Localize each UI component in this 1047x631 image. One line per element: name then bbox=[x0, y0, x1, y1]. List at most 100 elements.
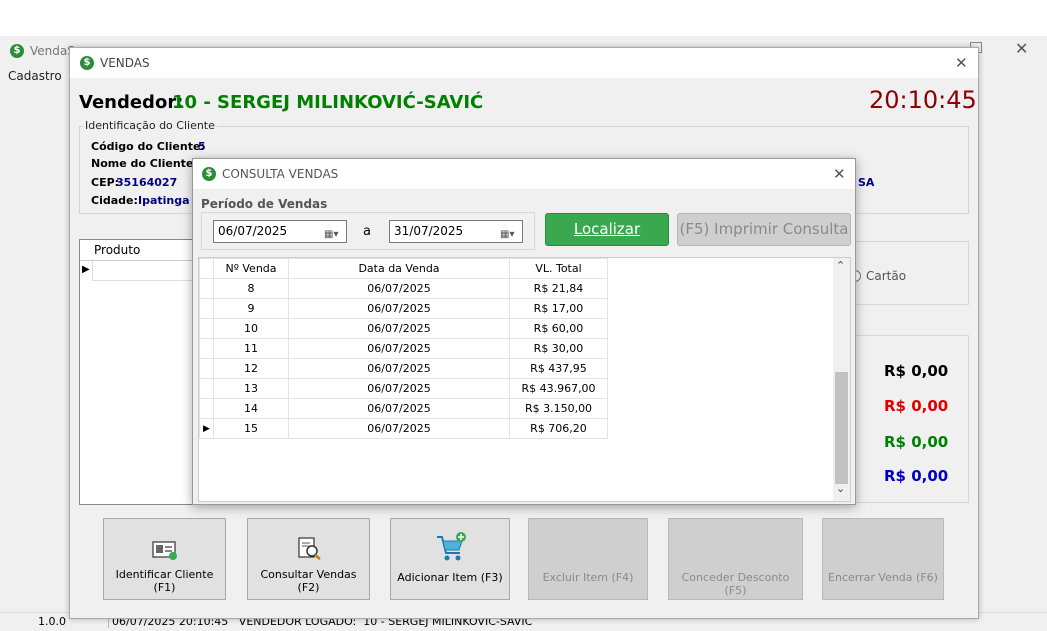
vendas-title: VENDAS bbox=[100, 56, 150, 70]
table-row[interactable]: 13 06/07/2025 R$ 43.967,00 bbox=[199, 378, 608, 399]
codigo-label: Código do Cliente: bbox=[91, 140, 205, 153]
consulta-titlebar: $ CONSULTA VENDAS ✕ bbox=[193, 159, 855, 189]
id-card-icon bbox=[152, 541, 177, 560]
nome-label: Nome do Cliente: bbox=[91, 157, 198, 170]
cell-vl-total: R$ 30,00 bbox=[509, 338, 608, 359]
cell-data-venda: 06/07/2025 bbox=[288, 378, 510, 399]
cell-vl-total: R$ 43.967,00 bbox=[509, 378, 608, 399]
scroll-up-icon[interactable]: ⌃ bbox=[836, 259, 845, 272]
consulta-app-icon: $ bbox=[202, 167, 216, 181]
cell-data-venda: 06/07/2025 bbox=[288, 418, 510, 439]
produto-header-row: Produto bbox=[80, 240, 205, 261]
table-row[interactable]: 12 06/07/2025 R$ 437,95 bbox=[199, 358, 608, 379]
produto-grid[interactable]: Produto ▶ bbox=[79, 239, 206, 505]
table-row[interactable]: 10 06/07/2025 R$ 60,00 bbox=[199, 318, 608, 339]
cart-add-icon bbox=[437, 532, 466, 561]
table-row[interactable]: 9 06/07/2025 R$ 17,00 bbox=[199, 298, 608, 319]
col-vl-total[interactable]: VL. Total bbox=[509, 258, 608, 279]
consulta-close-icon[interactable]: ✕ bbox=[833, 165, 846, 183]
localizar-label: Localizar bbox=[573, 220, 641, 238]
identificar-label: Identificar Cliente (F1) bbox=[115, 568, 214, 594]
row-indicator bbox=[199, 278, 214, 299]
encerrar-venda-button[interactable]: Encerrar Venda (F6) bbox=[822, 518, 944, 600]
cell-data-venda: 06/07/2025 bbox=[288, 318, 510, 339]
identificar-cliente-button[interactable]: Identificar Cliente (F1) bbox=[103, 518, 226, 600]
date-from-value: 06/07/2025 bbox=[218, 224, 288, 238]
vendedor-value: 10 - SERGEJ MILINKOVIĆ-SAVIĆ bbox=[172, 92, 484, 113]
table-row[interactable]: 11 06/07/2025 R$ 30,00 bbox=[199, 338, 608, 359]
encerrar-label: Encerrar Venda (F6) bbox=[828, 571, 938, 584]
cell-vl-total: R$ 21,84 bbox=[509, 278, 608, 299]
excluir-item-button[interactable]: Excluir Item (F4) bbox=[528, 518, 648, 600]
cidade-label: Cidade: bbox=[91, 194, 138, 207]
table-row[interactable]: 14 06/07/2025 R$ 3.150,00 bbox=[199, 398, 608, 419]
cell-data-venda: 06/07/2025 bbox=[288, 278, 510, 299]
consulta-dialog: $ CONSULTA VENDAS ✕ Período de Vendas 06… bbox=[192, 158, 856, 505]
cell-numero-venda: 12 bbox=[213, 358, 289, 379]
cell-vl-total: R$ 60,00 bbox=[509, 318, 608, 339]
cep-value: 35164027 bbox=[116, 176, 178, 189]
date-from-picker[interactable]: 06/07/2025 ▦▾ bbox=[213, 220, 347, 243]
calendar-dropdown-icon[interactable]: ▦▾ bbox=[500, 225, 518, 240]
produto-row[interactable] bbox=[92, 261, 206, 281]
cell-data-venda: 06/07/2025 bbox=[288, 338, 510, 359]
localizar-button[interactable]: Localizar bbox=[545, 213, 669, 246]
vertical-scrollbar[interactable]: ⌃ ⌄ bbox=[833, 258, 850, 501]
vendas-app-icon: $ bbox=[80, 56, 94, 70]
total-value-3: R$ 0,00 bbox=[884, 433, 949, 451]
total-value-2: R$ 0,00 bbox=[884, 397, 949, 415]
row-indicator bbox=[199, 398, 214, 419]
total-value-4: R$ 0,00 bbox=[884, 467, 949, 485]
app-icon: $ bbox=[10, 44, 24, 58]
close-icon[interactable]: ✕ bbox=[1015, 39, 1028, 58]
vendas-results-grid[interactable]: Nº Venda Data da Venda VL. Total 8 06/07/… bbox=[198, 257, 851, 502]
a-label: a bbox=[363, 224, 371, 239]
periodo-label: Período de Vendas bbox=[201, 197, 328, 211]
scroll-down-icon[interactable]: ⌄ bbox=[836, 482, 845, 495]
cell-numero-venda: 13 bbox=[213, 378, 289, 399]
consultar-vendas-button[interactable]: Consultar Vendas (F2) bbox=[247, 518, 370, 600]
imprimir-consulta-button[interactable]: (F5) Imprimir Consulta bbox=[677, 213, 851, 246]
cell-vl-total: R$ 706,20 bbox=[509, 418, 608, 439]
cidade-value: Ipatinga bbox=[138, 194, 190, 207]
cell-numero-venda: 10 bbox=[213, 318, 289, 339]
total-value-1: R$ 0,00 bbox=[884, 362, 949, 380]
row-indicator bbox=[199, 298, 214, 319]
cell-numero-venda: 15 bbox=[213, 418, 289, 439]
cell-vl-total: R$ 3.150,00 bbox=[509, 398, 608, 419]
cell-data-venda: 06/07/2025 bbox=[288, 398, 510, 419]
cell-data-venda: 06/07/2025 bbox=[288, 298, 510, 319]
row-pointer-icon: ▶ bbox=[82, 264, 90, 275]
row-indicator bbox=[199, 358, 214, 379]
imprimir-label: (F5) Imprimir Consulta bbox=[679, 220, 849, 238]
scrollbar-thumb[interactable] bbox=[835, 372, 848, 484]
table-row[interactable]: ▶ 15 06/07/2025 R$ 706,20 bbox=[199, 418, 608, 439]
vendedor-label: Vendedor: bbox=[79, 92, 184, 113]
vendas-close-icon[interactable]: ✕ bbox=[955, 54, 968, 72]
conceder-desconto-button[interactable]: Conceder Desconto (F5) bbox=[668, 518, 803, 600]
indicator-header bbox=[199, 258, 214, 279]
current-row-indicator-icon: ▶ bbox=[199, 418, 214, 439]
calendar-dropdown-icon[interactable]: ▦▾ bbox=[324, 225, 342, 240]
cell-data-venda: 06/07/2025 bbox=[288, 358, 510, 379]
row-indicator bbox=[199, 318, 214, 339]
cell-numero-venda: 9 bbox=[213, 298, 289, 319]
clock: 20:10:45 bbox=[869, 86, 977, 114]
cep-label: CEP: bbox=[91, 176, 120, 189]
produto-header: Produto bbox=[94, 243, 141, 257]
col-data-venda[interactable]: Data da Venda bbox=[288, 258, 510, 279]
table-row[interactable]: 8 06/07/2025 R$ 21,84 bbox=[199, 278, 608, 299]
codigo-value: 5 bbox=[198, 140, 206, 153]
row-indicator bbox=[199, 378, 214, 399]
cell-numero-venda: 14 bbox=[213, 398, 289, 419]
cell-vl-total: R$ 437,95 bbox=[509, 358, 608, 379]
consultar-label: Consultar Vendas (F2) bbox=[260, 568, 357, 594]
date-to-picker[interactable]: 31/07/2025 ▦▾ bbox=[389, 220, 523, 243]
menu-cadastro[interactable]: Cadastro bbox=[8, 69, 62, 83]
date-to-value: 31/07/2025 bbox=[394, 224, 464, 238]
col-numero-venda[interactable]: Nº Venda bbox=[213, 258, 289, 279]
version-label: 1.0.0 bbox=[38, 615, 66, 628]
adicionar-item-button[interactable]: Adicionar Item (F3) bbox=[390, 518, 510, 600]
cell-numero-venda: 11 bbox=[213, 338, 289, 359]
cell-numero-venda: 8 bbox=[213, 278, 289, 299]
